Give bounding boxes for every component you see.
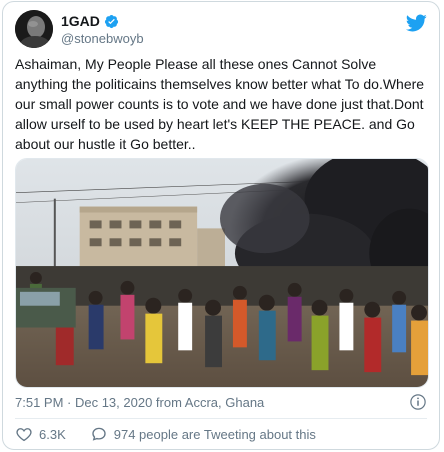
avatar[interactable] (15, 10, 53, 48)
like-button[interactable]: 6.3K (15, 425, 66, 443)
action-bar: 6.3K 974 people are Tweeting about this (15, 425, 316, 443)
divider (15, 418, 427, 419)
user-info[interactable]: 1GAD @stonebwoyb (61, 12, 144, 46)
tweet-media-photo[interactable] (15, 158, 429, 388)
avatar-image (15, 10, 53, 48)
user-handle[interactable]: @stonebwoyb (61, 31, 144, 46)
protest-crowd-photo (16, 159, 428, 387)
display-name[interactable]: 1GAD (61, 13, 100, 29)
conversation-text: 974 people are Tweeting about this (113, 426, 316, 442)
tweet-card: 1GAD @stonebwoyb Ashaiman, My People Ple… (2, 1, 440, 450)
verified-badge-icon (104, 14, 118, 28)
speech-bubble-icon (92, 427, 106, 441)
tweet-text: Ashaiman, My People Please all these one… (15, 56, 425, 152)
tweet-timestamp[interactable]: 7:51 PM · Dec 13, 2020 from Accra, Ghana (15, 395, 264, 410)
conversation-link[interactable]: 974 people are Tweeting about this (90, 425, 316, 443)
info-icon[interactable] (409, 393, 427, 411)
like-count: 6.3K (39, 426, 66, 442)
heart-icon (16, 428, 32, 442)
twitter-bird-icon[interactable] (405, 12, 427, 34)
